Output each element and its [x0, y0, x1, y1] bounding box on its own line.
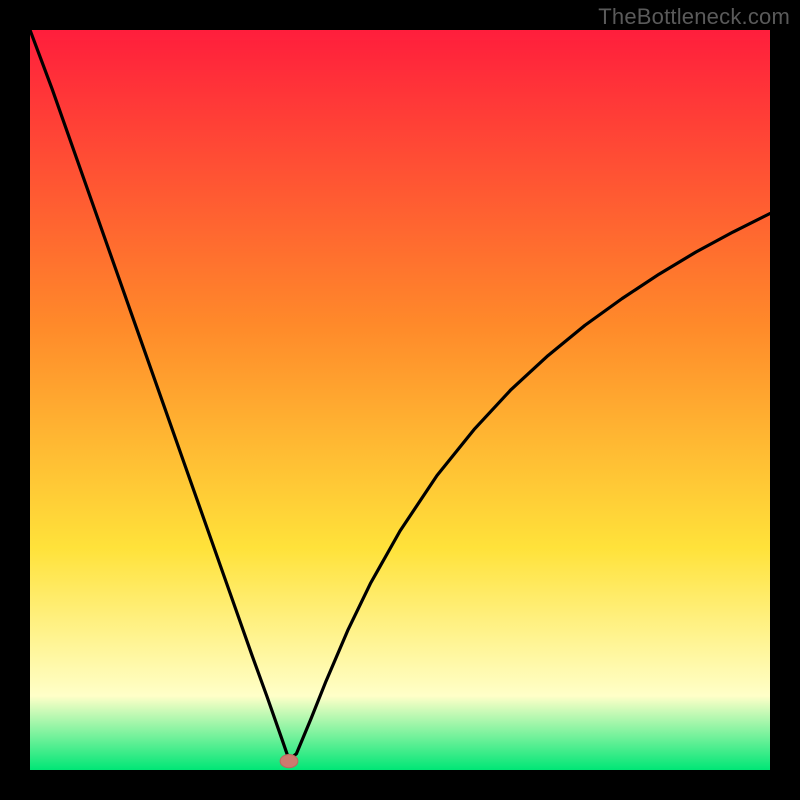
- plot-background: [30, 30, 770, 770]
- bottleneck-chart: [30, 30, 770, 770]
- optimal-point-marker: [280, 754, 298, 767]
- watermark-text: TheBottleneck.com: [598, 4, 790, 30]
- chart-frame: TheBottleneck.com: [0, 0, 800, 800]
